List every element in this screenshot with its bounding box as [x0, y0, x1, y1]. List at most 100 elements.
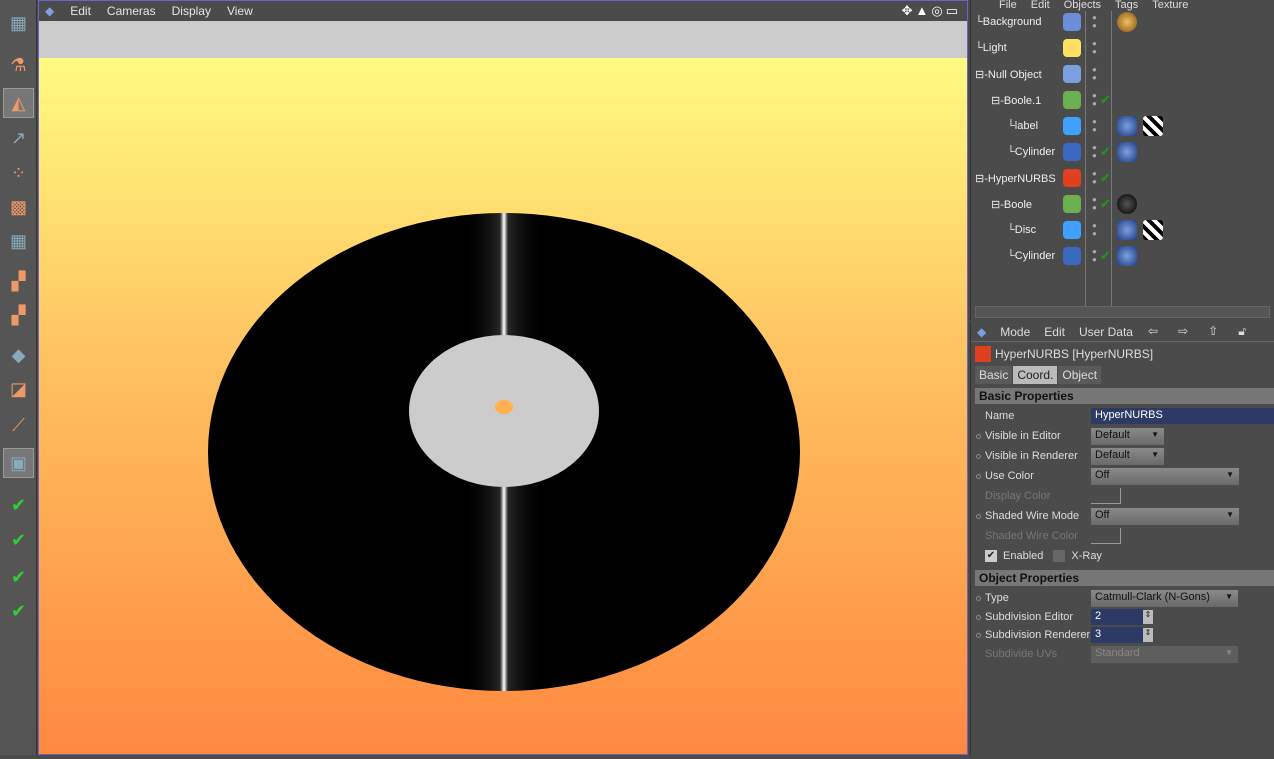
up-arrow-icon[interactable]: ⇧ — [1208, 324, 1224, 338]
object-name[interactable]: └Cylinder — [1007, 250, 1065, 262]
object-row[interactable]: └Disc ● ● — [975, 217, 1271, 243]
maximize-icon[interactable]: ▭ — [946, 3, 961, 18]
viewport[interactable]: ◆ Edit Cameras Display View ✥▲◎▭ — [38, 0, 968, 755]
sub-editor-input[interactable]: 2 — [1091, 609, 1143, 625]
uvw-tag-icon[interactable] — [1117, 116, 1137, 136]
material-black-icon[interactable] — [1117, 194, 1137, 214]
object-name[interactable]: └Cylinder — [1007, 146, 1065, 158]
object-row[interactable]: └label ● ● — [975, 113, 1271, 139]
texture-axis-icon[interactable]: ▞ — [3, 300, 34, 330]
animation-icon[interactable]: ◪ — [3, 374, 34, 404]
visibility-dots[interactable]: ● ● — [1092, 118, 1097, 134]
object-name[interactable]: └Disc — [1007, 224, 1065, 236]
visibility-dots[interactable]: ● ● — [1092, 144, 1097, 160]
render-region-icon[interactable]: ▣ — [3, 448, 34, 478]
object-name[interactable]: ⊟-Null Object — [975, 68, 1065, 81]
tab-coord[interactable]: Coord. — [1013, 366, 1058, 384]
sub-render-stepper[interactable]: ⇕ — [1143, 628, 1153, 642]
zoom-icon[interactable]: ▲ — [915, 3, 931, 18]
object-name[interactable]: └label — [1007, 120, 1065, 132]
uvw-tag-icon[interactable] — [1117, 246, 1137, 266]
visibility-dots[interactable]: ● ● — [1092, 222, 1097, 238]
object-row[interactable]: ⊟-Boole ● ● ✔ — [975, 191, 1271, 217]
om-menu-file[interactable]: File — [999, 0, 1017, 11]
viewport-scene[interactable] — [39, 58, 967, 754]
am-menu-userdata[interactable]: User Data — [1079, 325, 1133, 339]
edit-render-settings-icon[interactable]: ✔ — [3, 596, 34, 626]
visibility-dots[interactable]: ● ● — [1092, 248, 1097, 264]
visibility-dots[interactable]: ● ● — [1092, 40, 1097, 56]
object-row[interactable]: ⊟-HyperNURBS ● ● ✔ — [975, 165, 1271, 191]
object-name[interactable]: └Light — [975, 42, 1065, 54]
texture-icon[interactable]: ▞ — [3, 266, 34, 296]
menu-cameras[interactable]: Cameras — [107, 4, 156, 18]
enabled-check-icon[interactable]: ✔ — [1100, 144, 1111, 160]
visible-editor-dropdown[interactable]: Default — [1091, 427, 1164, 445]
object-name[interactable]: ⊟-HyperNURBS — [975, 172, 1065, 185]
sub-editor-stepper[interactable]: ⇕ — [1143, 610, 1153, 624]
render-settings-icon[interactable]: ✔ — [3, 562, 34, 592]
layout-icon[interactable]: ▦ — [3, 8, 34, 38]
visibility-dots[interactable]: ● ● — [1092, 92, 1097, 108]
points-icon[interactable]: ⁘ — [3, 158, 34, 188]
sub-render-input[interactable]: 3 — [1091, 627, 1143, 643]
name-input[interactable]: HyperNURBS — [1091, 408, 1274, 424]
object-row[interactable]: └Light ● ● — [975, 35, 1271, 61]
texture-tag-icon[interactable] — [1143, 220, 1163, 240]
undo-icon[interactable]: ⚗ — [3, 50, 34, 80]
back-arrow-icon[interactable]: ⇦ — [1148, 324, 1164, 338]
object-row[interactable]: └Cylinder ● ● ✔ — [975, 243, 1271, 269]
material-gold-icon[interactable] — [1117, 12, 1137, 32]
enabled-check-icon[interactable]: ✔ — [1100, 196, 1111, 212]
object-row[interactable]: ⊟-Boole.1 ● ● ✔ — [975, 87, 1271, 113]
move-icon[interactable]: ✥ — [902, 3, 916, 18]
visible-renderer-dropdown[interactable]: Default — [1091, 447, 1164, 465]
object-name[interactable]: ⊟-Boole.1 — [991, 94, 1065, 107]
object-name[interactable]: ⊟-Boole — [991, 198, 1065, 211]
visibility-dots[interactable]: ● ● — [1092, 14, 1097, 30]
tab-object[interactable]: Object — [1058, 366, 1102, 384]
lock-icon[interactable]: 🔓︎ — [1238, 324, 1252, 338]
model-tool-icon[interactable]: ◭ — [3, 88, 34, 118]
object-name[interactable]: └Background — [975, 16, 1065, 28]
wire-mode-dropdown[interactable]: Off — [1091, 507, 1239, 525]
uvw-tag-icon[interactable] — [1117, 220, 1137, 240]
forward-arrow-icon[interactable]: ⇨ — [1178, 324, 1194, 338]
use-color-dropdown[interactable]: Off — [1091, 467, 1239, 485]
om-menu-tags[interactable]: Tags — [1115, 0, 1138, 11]
enabled-check-icon[interactable]: ✔ — [1100, 248, 1111, 264]
render-view-icon[interactable]: ✔ — [3, 490, 34, 520]
om-menu-objects[interactable]: Objects — [1064, 0, 1101, 11]
visibility-dots[interactable]: ● ● — [1092, 66, 1097, 82]
enabled-check-icon[interactable]: ✔ — [1100, 92, 1111, 108]
tab-basic[interactable]: Basic — [975, 366, 1013, 384]
object-row[interactable]: └Cylinder ● ● ✔ — [975, 139, 1271, 165]
polygons-icon[interactable]: ▦ — [3, 226, 34, 256]
inverse-kinematics-icon[interactable]: ⟋ — [3, 410, 34, 440]
type-dropdown[interactable]: Catmull-Clark (N-Gons) — [1091, 589, 1238, 607]
om-scrollbar[interactable] — [975, 306, 1270, 318]
object-row[interactable]: └Background ● ● — [975, 9, 1271, 35]
enabled-checkbox[interactable]: ✔ — [985, 550, 997, 562]
am-menu-mode[interactable]: Mode — [1000, 325, 1030, 339]
render-picture-viewer-icon[interactable]: ✔ — [3, 525, 34, 555]
object-axis-icon[interactable]: ↗ — [3, 123, 34, 153]
rotate-icon[interactable]: ◎ — [931, 3, 945, 18]
om-menu-texture[interactable]: Texture — [1152, 0, 1188, 11]
menu-display[interactable]: Display — [172, 4, 211, 18]
wire-color-swatch[interactable] — [1091, 528, 1121, 544]
enabled-check-icon[interactable]: ✔ — [1100, 170, 1111, 186]
om-menu-edit[interactable]: Edit — [1031, 0, 1050, 11]
display-color-swatch[interactable] — [1091, 488, 1121, 504]
object-row[interactable]: ⊟-Null Object ● ● — [975, 61, 1271, 87]
object-tool-icon[interactable]: ◆ — [3, 340, 34, 370]
visibility-dots[interactable]: ● ● — [1092, 196, 1097, 212]
menu-view[interactable]: View — [227, 4, 253, 18]
visibility-dots[interactable]: ● ● — [1092, 170, 1097, 186]
uvw-tag-icon[interactable] — [1117, 142, 1137, 162]
texture-tag-icon[interactable] — [1143, 116, 1163, 136]
xray-checkbox[interactable] — [1053, 550, 1066, 562]
am-menu-edit[interactable]: Edit — [1044, 325, 1065, 339]
edges-icon[interactable]: ▩ — [3, 192, 34, 222]
menu-edit[interactable]: Edit — [70, 4, 91, 18]
